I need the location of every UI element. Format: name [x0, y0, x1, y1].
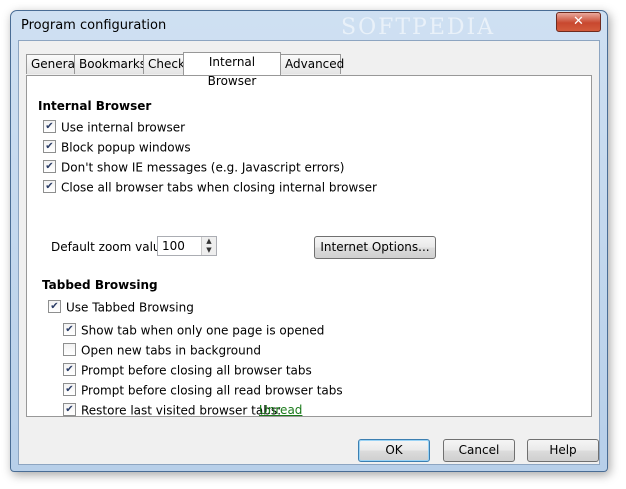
title-bar[interactable]: Program configuration SOFTPEDIA ✕: [11, 11, 607, 40]
close-icon: ✕: [573, 14, 584, 29]
internal-browser-heading: Internal Browser: [38, 99, 152, 113]
restore-tabs-checkbox[interactable]: ✔ Restore last visited browser tabs:: [63, 402, 281, 418]
use-internal-browser-checkbox[interactable]: ✔ Use internal browser: [43, 119, 185, 135]
program-configuration-window: Program configuration SOFTPEDIA ✕ Genera…: [10, 10, 608, 472]
tab-advanced[interactable]: Advanced: [280, 54, 344, 74]
checkbox-checked-icon: ✔: [43, 120, 56, 133]
softpedia-watermark: SOFTPEDIA: [341, 15, 496, 40]
cancel-button[interactable]: Cancel: [443, 439, 515, 462]
window-title: Program configuration: [21, 18, 167, 33]
checkbox-label: Use Tabbed Browsing: [66, 300, 194, 315]
checkbox-checked-icon: ✔: [43, 140, 56, 153]
tabbed-browsing-heading: Tabbed Browsing: [42, 278, 158, 292]
hide-ie-messages-checkbox[interactable]: ✔ Don't show IE messages (e.g. Javascript…: [43, 159, 344, 175]
close-all-tabs-checkbox[interactable]: ✔ Close all browser tabs when closing int…: [43, 179, 377, 195]
zoom-value[interactable]: 100: [162, 239, 185, 253]
checkbox-label: Prompt before closing all browser tabs: [81, 363, 312, 378]
checkbox-label: Block popup windows: [61, 140, 191, 155]
close-button[interactable]: ✕: [556, 12, 601, 32]
checkbox-checked-icon: ✔: [48, 300, 61, 313]
spin-buttons: ▲ ▼: [201, 237, 216, 255]
restore-unread-link[interactable]: Unread: [259, 402, 302, 418]
checkbox-label: Use internal browser: [61, 120, 186, 135]
prompt-close-all-checkbox[interactable]: ✔ Prompt before closing all browser tabs: [63, 362, 312, 378]
checkbox-unchecked-icon: [63, 343, 76, 356]
checkbox-checked-icon: ✔: [63, 403, 76, 416]
checkbox-checked-icon: ✔: [63, 323, 76, 336]
ok-button[interactable]: OK: [358, 439, 430, 462]
block-popup-checkbox[interactable]: ✔ Block popup windows: [43, 139, 191, 155]
default-zoom-label: Default zoom value:: [51, 240, 172, 254]
dialog-client-area: General Bookmarks Check Internal Browser…: [18, 40, 600, 465]
zoom-value-spinner[interactable]: 100 ▲ ▼: [157, 236, 217, 256]
show-single-tab-checkbox[interactable]: ✔ Show tab when only one page is opened: [63, 322, 324, 338]
checkbox-label: Close all browser tabs when closing inte…: [61, 180, 377, 195]
checkbox-label: Show tab when only one page is opened: [81, 323, 325, 338]
checkbox-label: Restore last visited browser tabs:: [81, 403, 282, 418]
use-tabbed-browsing-checkbox[interactable]: ✔ Use Tabbed Browsing: [48, 299, 194, 315]
checkbox-label: Open new tabs in background: [81, 343, 261, 358]
checkbox-checked-icon: ✔: [43, 160, 56, 173]
help-button[interactable]: Help: [527, 439, 599, 462]
tab-internal-browser[interactable]: Internal Browser: [183, 52, 281, 88]
checkbox-checked-icon: ✔: [43, 180, 56, 193]
open-tabs-background-checkbox[interactable]: Open new tabs in background: [63, 342, 261, 358]
internal-browser-panel: Internal Browser ✔ Use internal browser ✔…: [26, 75, 592, 418]
checkbox-label: Don't show IE messages (e.g. Javascript …: [61, 160, 345, 175]
checkbox-checked-icon: ✔: [63, 363, 76, 376]
spin-down-icon[interactable]: ▼: [202, 246, 216, 255]
checkbox-label: Prompt before closing all read browser t…: [81, 383, 343, 398]
tab-bookmarks[interactable]: Bookmarks: [74, 54, 146, 74]
internet-options-button[interactable]: Internet Options...: [314, 236, 436, 259]
tab-general[interactable]: General: [26, 54, 78, 74]
checkbox-checked-icon: ✔: [63, 383, 76, 396]
tab-check[interactable]: Check: [143, 54, 185, 74]
prompt-close-read-checkbox[interactable]: ✔ Prompt before closing all read browser …: [63, 382, 343, 398]
